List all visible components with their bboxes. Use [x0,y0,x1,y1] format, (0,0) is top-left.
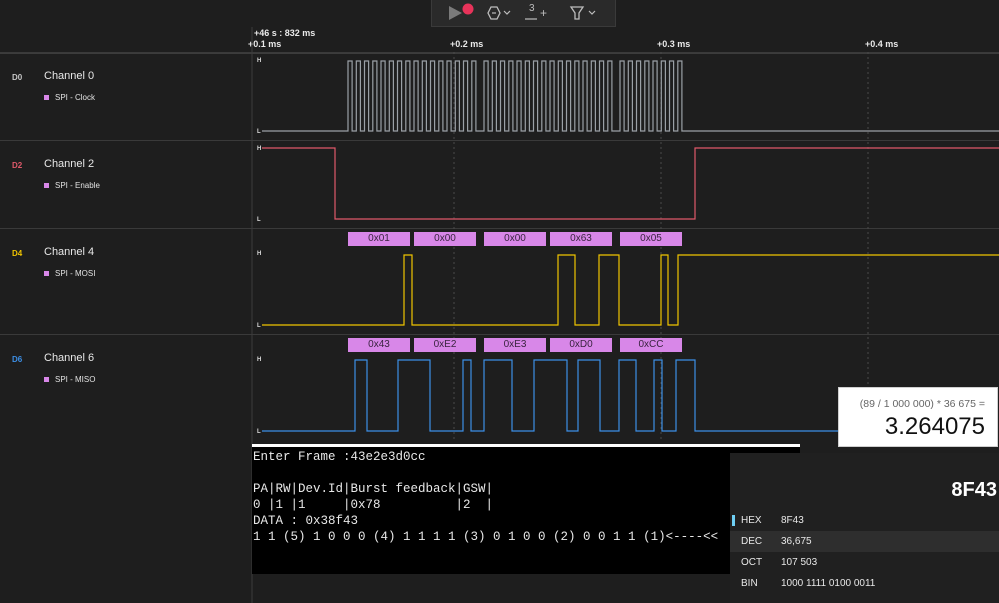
mosi-decoded-byte[interactable]: 0x63 [550,232,612,246]
clock-waveform [262,60,999,132]
mosi-decoded-byte[interactable]: 0x00 [414,232,476,246]
radix-row-dec[interactable]: DEC 36,675 [730,531,999,552]
radix-row-oct[interactable]: OCT 107 503 [730,552,999,573]
calculator-display: (89 / 1 000 000) * 36 675 = 3.264075 [838,387,998,447]
calculator-expression: (89 / 1 000 000) * 36 675 = [859,398,985,410]
miso-decoded-byte[interactable]: 0x43 [348,338,410,352]
miso-decoded-byte[interactable]: 0xD0 [550,338,612,352]
mosi-decoded-byte[interactable]: 0x00 [484,232,546,246]
miso-decoded-byte[interactable]: 0xCC [620,338,682,352]
mosi-decoded-byte[interactable]: 0x01 [348,232,410,246]
miso-waveform [262,359,838,432]
radix-row-hex[interactable]: HEX 8F43 [730,510,999,531]
terminal-line: PA|RW|Dev.Id|Burst feedback|GSW| [253,482,494,496]
mosi-decoded-byte[interactable]: 0x05 [620,232,682,246]
mosi-waveform [262,254,999,326]
terminal-line: DATA : 0x38f43 [253,514,359,528]
terminal-line: 1 1 (5) 1 0 0 0 (4) 1 1 1 1 (3) 0 1 0 0 … [253,530,719,544]
calculator-result: 3.264075 [884,413,985,440]
miso-decoded-byte[interactable]: 0xE2 [414,338,476,352]
selected-indicator [732,515,735,526]
terminal-output[interactable]: Enter Frame :43e2e3d0cc PA|RW|Dev.Id|Bur… [252,444,800,574]
terminal-line: Enter Frame :43e2e3d0cc [253,450,426,464]
terminal-line: 0 |1 |1 |0x78 |2 | [253,498,494,512]
radix-row-bin[interactable]: BIN 1000 1111 0100 0011 [730,573,999,594]
enable-waveform [262,147,999,220]
programmer-calculator: 8F43 HEX 8F43 DEC 36,675 OCT 107 503 BIN… [730,453,999,603]
miso-decoded-byte[interactable]: 0xE3 [484,338,546,352]
programmer-display: 8F43 [951,479,997,501]
